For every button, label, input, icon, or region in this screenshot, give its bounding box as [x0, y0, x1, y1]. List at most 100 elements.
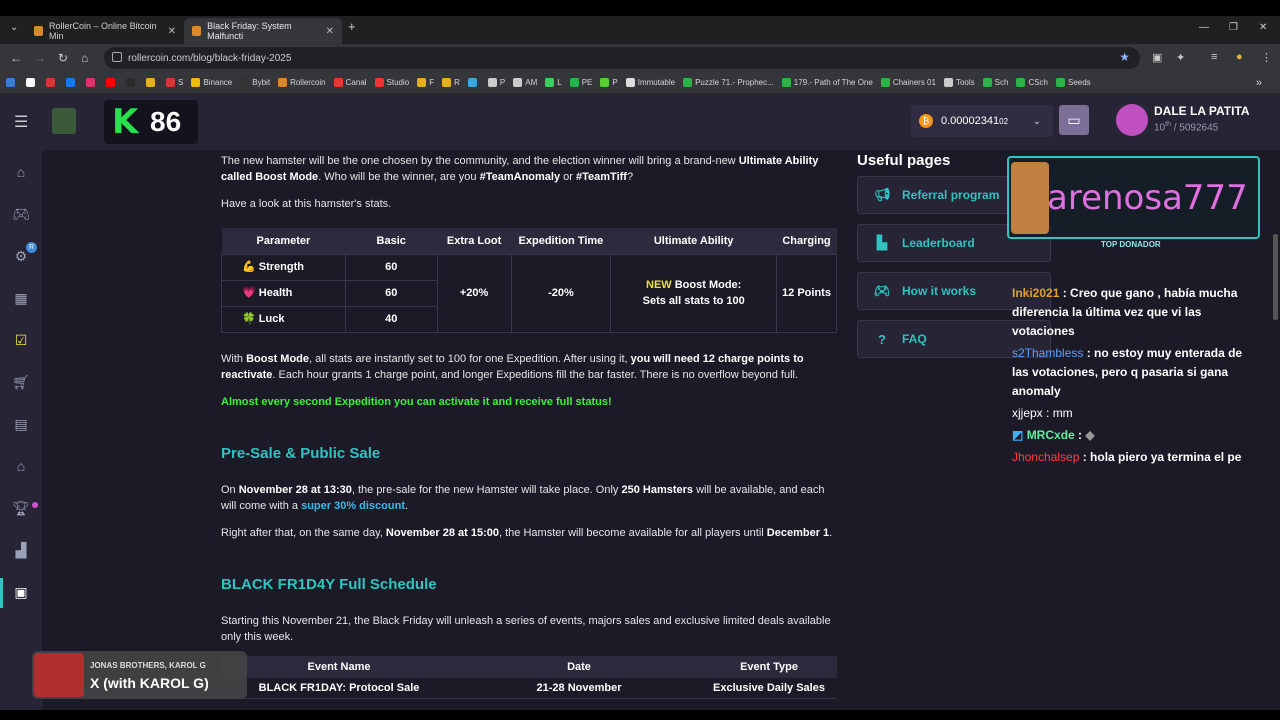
bookmark-label: Immutable [637, 78, 676, 87]
bookmarks-bar: S Binance Bybit Rollercoin Canal Studio F R P AM L… [0, 72, 1280, 94]
site-header: ☰ K 86 ₿ 0.0000234102 ⌄ ▭ DALE LA PATITA… [0, 94, 1280, 150]
bookmark-item[interactable] [46, 78, 58, 87]
bookmark-item[interactable]: Studio [374, 78, 409, 87]
rank-suffix: th [1165, 121, 1171, 128]
new-label: NEW [646, 279, 672, 291]
trophy-icon[interactable]: 🏆︎ [12, 500, 30, 516]
now-playing-widget: JONAS BROTHERS, KAROL G X (with KAROL G) [32, 651, 247, 699]
bookmark-item[interactable]: Binance [191, 78, 232, 87]
bookmark-item[interactable]: 179.- Path of The One [781, 78, 873, 87]
now-playing-title: X (with KAROL G) [90, 675, 209, 691]
more-bookmarks-icon[interactable]: » [1256, 77, 1262, 89]
user-name[interactable]: DALE LA PATITA [1154, 104, 1250, 118]
marketplace-icon[interactable]: ⌂ [12, 458, 30, 474]
bookmark-favicon-icon [278, 78, 288, 87]
close-tab-icon[interactable]: ✕ [326, 26, 334, 37]
cart-icon[interactable]: 🛒︎ [12, 374, 30, 390]
blog-icon[interactable]: ▣ [12, 584, 30, 600]
bookmark-item[interactable] [106, 78, 118, 87]
table-row: BLACK FR1DAY: Protocol Sale 21-28 Novemb… [221, 678, 837, 699]
link-label: How it works [902, 284, 977, 298]
home-icon[interactable]: ⌂ [12, 164, 30, 180]
menu-icon[interactable]: ⋮ [1261, 51, 1272, 64]
top-donor-overlay: arenosa777 [1007, 156, 1260, 239]
tab-search-icon[interactable]: ⌄ [10, 22, 18, 33]
bookmark-star-icon[interactable]: ★ [1119, 50, 1130, 64]
bookmark-item[interactable]: Bybit [240, 78, 270, 87]
tab-title: Black Friday: System Malfuncti [207, 21, 292, 41]
chat-message: Jhonchalsep : hola piero ya termina el p… [1012, 448, 1252, 467]
bookmark-item[interactable] [6, 78, 18, 87]
bookmark-favicon-icon [943, 78, 953, 87]
balance-selector[interactable]: ₿ 0.0000234102 ⌄ [911, 105, 1053, 137]
param-name: Strength [258, 261, 304, 273]
intro-paragraph: The new hamster will be the one chosen b… [221, 155, 819, 183]
bookmark-favicon-icon [417, 78, 427, 87]
tasks-icon[interactable]: ☑ [12, 332, 30, 348]
bookmark-item[interactable] [146, 78, 158, 87]
back-icon[interactable]: ← [10, 51, 22, 65]
extra-loot-value: +20% [436, 253, 512, 333]
extension-icon[interactable]: ▣ [1152, 51, 1162, 64]
bookmark-label: L [557, 78, 562, 87]
bookmark-item[interactable]: P [600, 78, 618, 87]
link-label: Referral program [902, 188, 1000, 202]
url-field[interactable]: rollercoin.com/blog/black-friday-2025 ★ [104, 47, 1140, 69]
bookmark-item[interactable]: Immutable [625, 78, 676, 87]
bookmark-item[interactable]: F [417, 78, 434, 87]
tab-black-friday[interactable]: Black Friday: System Malfuncti ✕ [184, 18, 342, 44]
profile-icon[interactable]: ● [1236, 51, 1243, 63]
chat-message: s2Thambless : no estoy muy enterada de l… [1012, 344, 1252, 401]
tab-rollercoin[interactable]: RollerCoin – Online Bitcoin Min ✕ [26, 18, 184, 44]
hamster-avatar-icon[interactable] [52, 108, 76, 134]
extensions-puzzle-icon[interactable]: ✦ [1176, 51, 1185, 64]
calendar-icon[interactable]: ▦ [12, 290, 30, 306]
chat-text: : mm [1042, 406, 1073, 420]
scrollbar-thumb[interactable] [1273, 234, 1278, 320]
new-tab-icon[interactable]: + [348, 19, 356, 34]
bookmark-item[interactable] [126, 78, 138, 87]
forward-icon[interactable]: → [34, 51, 46, 65]
bookmark-item[interactable]: Puzzle 71.- Prophec... [683, 78, 774, 87]
bookmark-item[interactable]: P [487, 78, 505, 87]
media-icon[interactable]: ≡ [1211, 51, 1217, 63]
bookmark-item[interactable]: S [166, 78, 183, 87]
bookmark-item[interactable]: Tools [943, 78, 975, 87]
minimize-icon[interactable]: — [1199, 22, 1209, 33]
bookmark-item[interactable]: PE [569, 78, 592, 87]
param-basic: 40 [344, 305, 438, 333]
home-icon[interactable]: ⌂ [81, 51, 88, 65]
bookmark-item[interactable] [467, 78, 480, 87]
stats-icon[interactable]: ▟ [12, 542, 30, 558]
bookmark-item[interactable]: L [545, 78, 562, 87]
bookmark-item[interactable]: Sch [982, 78, 1008, 87]
bookmark-label: Rollercoin [290, 78, 326, 87]
presale-paragraph: On November 28 at 13:30, the pre-sale fo… [221, 484, 825, 512]
bookmark-item[interactable]: AM [513, 78, 537, 87]
bookmark-item[interactable]: Rollercoin [278, 78, 326, 87]
menu-toggle-icon[interactable]: ☰ [14, 112, 28, 132]
bookmark-item[interactable] [26, 78, 38, 87]
bookmark-label: AM [525, 78, 538, 87]
stats-intro: Have a look at this hamster's stats. [221, 198, 392, 210]
bookmark-item[interactable] [86, 78, 98, 87]
bookmark-favicon-icon [6, 78, 15, 87]
bookmark-item[interactable]: R [442, 78, 460, 87]
store-icon[interactable]: ▤ [12, 416, 30, 432]
bookmark-item[interactable]: Chainers 01 [880, 78, 936, 87]
schedule-intro: Starting this November 21, the Black Fri… [221, 615, 831, 643]
reload-icon[interactable]: ↻ [58, 51, 68, 65]
bookmark-item[interactable]: Seeds [1056, 78, 1091, 87]
close-tab-icon[interactable]: ✕ [168, 26, 176, 37]
maximize-icon[interactable]: ❐ [1229, 22, 1238, 33]
gamepad-icon[interactable]: 🎮︎ [12, 206, 30, 222]
bookmark-item[interactable]: CSch [1016, 78, 1048, 87]
bookmark-item[interactable] [66, 78, 78, 87]
avatar[interactable] [1116, 104, 1148, 136]
close-window-icon[interactable]: ✕ [1259, 22, 1267, 33]
discount-link[interactable]: super 30% discount [301, 500, 405, 512]
bookmark-item[interactable]: Canal [333, 78, 367, 87]
site-info-icon[interactable] [112, 52, 122, 62]
heart-icon: 💗 [242, 287, 256, 299]
wallet-button[interactable]: ▭ [1059, 105, 1089, 135]
